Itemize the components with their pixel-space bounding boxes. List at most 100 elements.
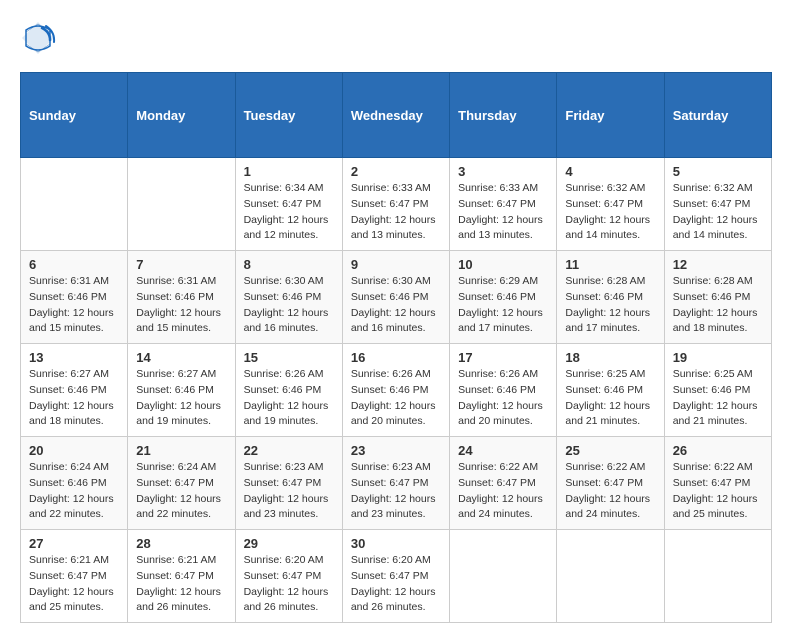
day-info: Sunrise: 6:33 AM Sunset: 6:47 PM Dayligh…	[351, 181, 441, 244]
calendar-cell: 2 Sunrise: 6:33 AM Sunset: 6:47 PM Daylig…	[342, 158, 449, 251]
calendar-cell: 13Sunrise: 6:27 AM Sunset: 6:46 PM Dayli…	[21, 344, 128, 437]
day-number: 23	[351, 443, 441, 458]
calendar-cell: 6 Sunrise: 6:31 AM Sunset: 6:46 PM Daylig…	[21, 251, 128, 344]
day-info: Sunrise: 6:33 AM Sunset: 6:47 PM Dayligh…	[458, 181, 548, 244]
day-info: Sunrise: 6:30 AM Sunset: 6:46 PM Dayligh…	[351, 274, 441, 337]
day-info: Sunrise: 6:31 AM Sunset: 6:46 PM Dayligh…	[136, 274, 226, 337]
day-info: Sunrise: 6:20 AM Sunset: 6:47 PM Dayligh…	[244, 553, 334, 616]
day-number: 8	[244, 257, 334, 272]
day-number: 17	[458, 350, 548, 365]
day-info: Sunrise: 6:25 AM Sunset: 6:46 PM Dayligh…	[565, 367, 655, 430]
calendar-cell: 4 Sunrise: 6:32 AM Sunset: 6:47 PM Daylig…	[557, 158, 664, 251]
day-info: Sunrise: 6:22 AM Sunset: 6:47 PM Dayligh…	[565, 460, 655, 523]
calendar-cell: 27 Sunrise: 6:21 AM Sunset: 6:47 PM Dayli…	[21, 530, 128, 623]
calendar-cell: 22 Sunrise: 6:23 AM Sunset: 6:47 PM Dayli…	[235, 437, 342, 530]
calendar-cell: 28 Sunrise: 6:21 AM Sunset: 6:47 PM Dayli…	[128, 530, 235, 623]
day-number: 5	[673, 164, 763, 179]
day-number: 26	[673, 443, 763, 458]
day-info: Sunrise: 6:27 AM Sunset: 6:46 PM Dayligh…	[29, 367, 119, 430]
calendar-cell: 18Sunrise: 6:25 AM Sunset: 6:46 PM Dayli…	[557, 344, 664, 437]
calendar-cell	[450, 530, 557, 623]
calendar-cell	[664, 530, 771, 623]
calendar-week-1: 1 Sunrise: 6:34 AM Sunset: 6:47 PM Daylig…	[21, 158, 772, 251]
calendar-cell: 14 Sunrise: 6:27 AM Sunset: 6:46 PM Dayli…	[128, 344, 235, 437]
day-number: 24	[458, 443, 548, 458]
day-number: 19	[673, 350, 763, 365]
day-number: 20	[29, 443, 119, 458]
day-info: Sunrise: 6:21 AM Sunset: 6:47 PM Dayligh…	[136, 553, 226, 616]
day-number: 1	[244, 164, 334, 179]
day-info: Sunrise: 6:21 AM Sunset: 6:47 PM Dayligh…	[29, 553, 119, 616]
calendar-cell: 29 Sunrise: 6:20 AM Sunset: 6:47 PM Dayli…	[235, 530, 342, 623]
calendar-cell: 9 Sunrise: 6:30 AM Sunset: 6:46 PM Daylig…	[342, 251, 449, 344]
calendar-cell: 3 Sunrise: 6:33 AM Sunset: 6:47 PM Daylig…	[450, 158, 557, 251]
calendar-cell: 20Sunrise: 6:24 AM Sunset: 6:46 PM Dayli…	[21, 437, 128, 530]
header-sunday: Sunday	[21, 73, 128, 158]
day-number: 10	[458, 257, 548, 272]
calendar-cell: 8 Sunrise: 6:30 AM Sunset: 6:46 PM Daylig…	[235, 251, 342, 344]
calendar-header-row: SundayMondayTuesdayWednesdayThursdayFrid…	[21, 73, 772, 158]
day-number: 30	[351, 536, 441, 551]
calendar-cell: 15 Sunrise: 6:26 AM Sunset: 6:46 PM Dayli…	[235, 344, 342, 437]
day-info: Sunrise: 6:24 AM Sunset: 6:47 PM Dayligh…	[136, 460, 226, 523]
day-number: 15	[244, 350, 334, 365]
day-number: 21	[136, 443, 226, 458]
day-number: 29	[244, 536, 334, 551]
day-number: 6	[29, 257, 119, 272]
calendar-week-2: 6 Sunrise: 6:31 AM Sunset: 6:46 PM Daylig…	[21, 251, 772, 344]
calendar-cell: 12 Sunrise: 6:28 AM Sunset: 6:46 PM Dayli…	[664, 251, 771, 344]
calendar-cell: 7 Sunrise: 6:31 AM Sunset: 6:46 PM Daylig…	[128, 251, 235, 344]
header-friday: Friday	[557, 73, 664, 158]
calendar-cell: 30 Sunrise: 6:20 AM Sunset: 6:47 PM Dayli…	[342, 530, 449, 623]
calendar-cell: 23 Sunrise: 6:23 AM Sunset: 6:47 PM Dayli…	[342, 437, 449, 530]
day-info: Sunrise: 6:26 AM Sunset: 6:46 PM Dayligh…	[351, 367, 441, 430]
calendar-cell: 24 Sunrise: 6:22 AM Sunset: 6:47 PM Dayli…	[450, 437, 557, 530]
day-number: 12	[673, 257, 763, 272]
day-info: Sunrise: 6:34 AM Sunset: 6:47 PM Dayligh…	[244, 181, 334, 244]
calendar-cell: 19 Sunrise: 6:25 AM Sunset: 6:46 PM Dayli…	[664, 344, 771, 437]
day-number: 3	[458, 164, 548, 179]
day-info: Sunrise: 6:23 AM Sunset: 6:47 PM Dayligh…	[244, 460, 334, 523]
day-info: Sunrise: 6:29 AM Sunset: 6:46 PM Dayligh…	[458, 274, 548, 337]
day-info: Sunrise: 6:20 AM Sunset: 6:47 PM Dayligh…	[351, 553, 441, 616]
calendar-cell	[21, 158, 128, 251]
day-info: Sunrise: 6:28 AM Sunset: 6:46 PM Dayligh…	[673, 274, 763, 337]
calendar-cell: 26Sunrise: 6:22 AM Sunset: 6:47 PM Dayli…	[664, 437, 771, 530]
calendar-cell: 1 Sunrise: 6:34 AM Sunset: 6:47 PM Daylig…	[235, 158, 342, 251]
day-number: 28	[136, 536, 226, 551]
day-number: 7	[136, 257, 226, 272]
day-number: 14	[136, 350, 226, 365]
day-number: 22	[244, 443, 334, 458]
logo	[20, 20, 60, 56]
header-monday: Monday	[128, 73, 235, 158]
day-info: Sunrise: 6:22 AM Sunset: 6:47 PM Dayligh…	[458, 460, 548, 523]
day-number: 9	[351, 257, 441, 272]
calendar-cell: 5 Sunrise: 6:32 AM Sunset: 6:47 PM Daylig…	[664, 158, 771, 251]
day-info: Sunrise: 6:32 AM Sunset: 6:47 PM Dayligh…	[673, 181, 763, 244]
day-number: 2	[351, 164, 441, 179]
day-info: Sunrise: 6:27 AM Sunset: 6:46 PM Dayligh…	[136, 367, 226, 430]
calendar-cell: 11 Sunrise: 6:28 AM Sunset: 6:46 PM Dayli…	[557, 251, 664, 344]
calendar-week-5: 27 Sunrise: 6:21 AM Sunset: 6:47 PM Dayli…	[21, 530, 772, 623]
header-tuesday: Tuesday	[235, 73, 342, 158]
page-header	[20, 20, 772, 56]
day-number: 11	[565, 257, 655, 272]
calendar-cell: 21 Sunrise: 6:24 AM Sunset: 6:47 PM Dayli…	[128, 437, 235, 530]
day-info: Sunrise: 6:26 AM Sunset: 6:46 PM Dayligh…	[244, 367, 334, 430]
day-number: 27	[29, 536, 119, 551]
day-info: Sunrise: 6:28 AM Sunset: 6:46 PM Dayligh…	[565, 274, 655, 337]
day-number: 16	[351, 350, 441, 365]
day-number: 4	[565, 164, 655, 179]
day-info: Sunrise: 6:23 AM Sunset: 6:47 PM Dayligh…	[351, 460, 441, 523]
day-info: Sunrise: 6:31 AM Sunset: 6:46 PM Dayligh…	[29, 274, 119, 337]
day-info: Sunrise: 6:26 AM Sunset: 6:46 PM Dayligh…	[458, 367, 548, 430]
calendar-cell: 25Sunrise: 6:22 AM Sunset: 6:47 PM Dayli…	[557, 437, 664, 530]
day-info: Sunrise: 6:25 AM Sunset: 6:46 PM Dayligh…	[673, 367, 763, 430]
calendar-cell	[128, 158, 235, 251]
header-wednesday: Wednesday	[342, 73, 449, 158]
calendar-cell: 10 Sunrise: 6:29 AM Sunset: 6:46 PM Dayli…	[450, 251, 557, 344]
calendar-table: SundayMondayTuesdayWednesdayThursdayFrid…	[20, 72, 772, 623]
calendar-week-3: 13Sunrise: 6:27 AM Sunset: 6:46 PM Dayli…	[21, 344, 772, 437]
day-info: Sunrise: 6:32 AM Sunset: 6:47 PM Dayligh…	[565, 181, 655, 244]
day-info: Sunrise: 6:30 AM Sunset: 6:46 PM Dayligh…	[244, 274, 334, 337]
